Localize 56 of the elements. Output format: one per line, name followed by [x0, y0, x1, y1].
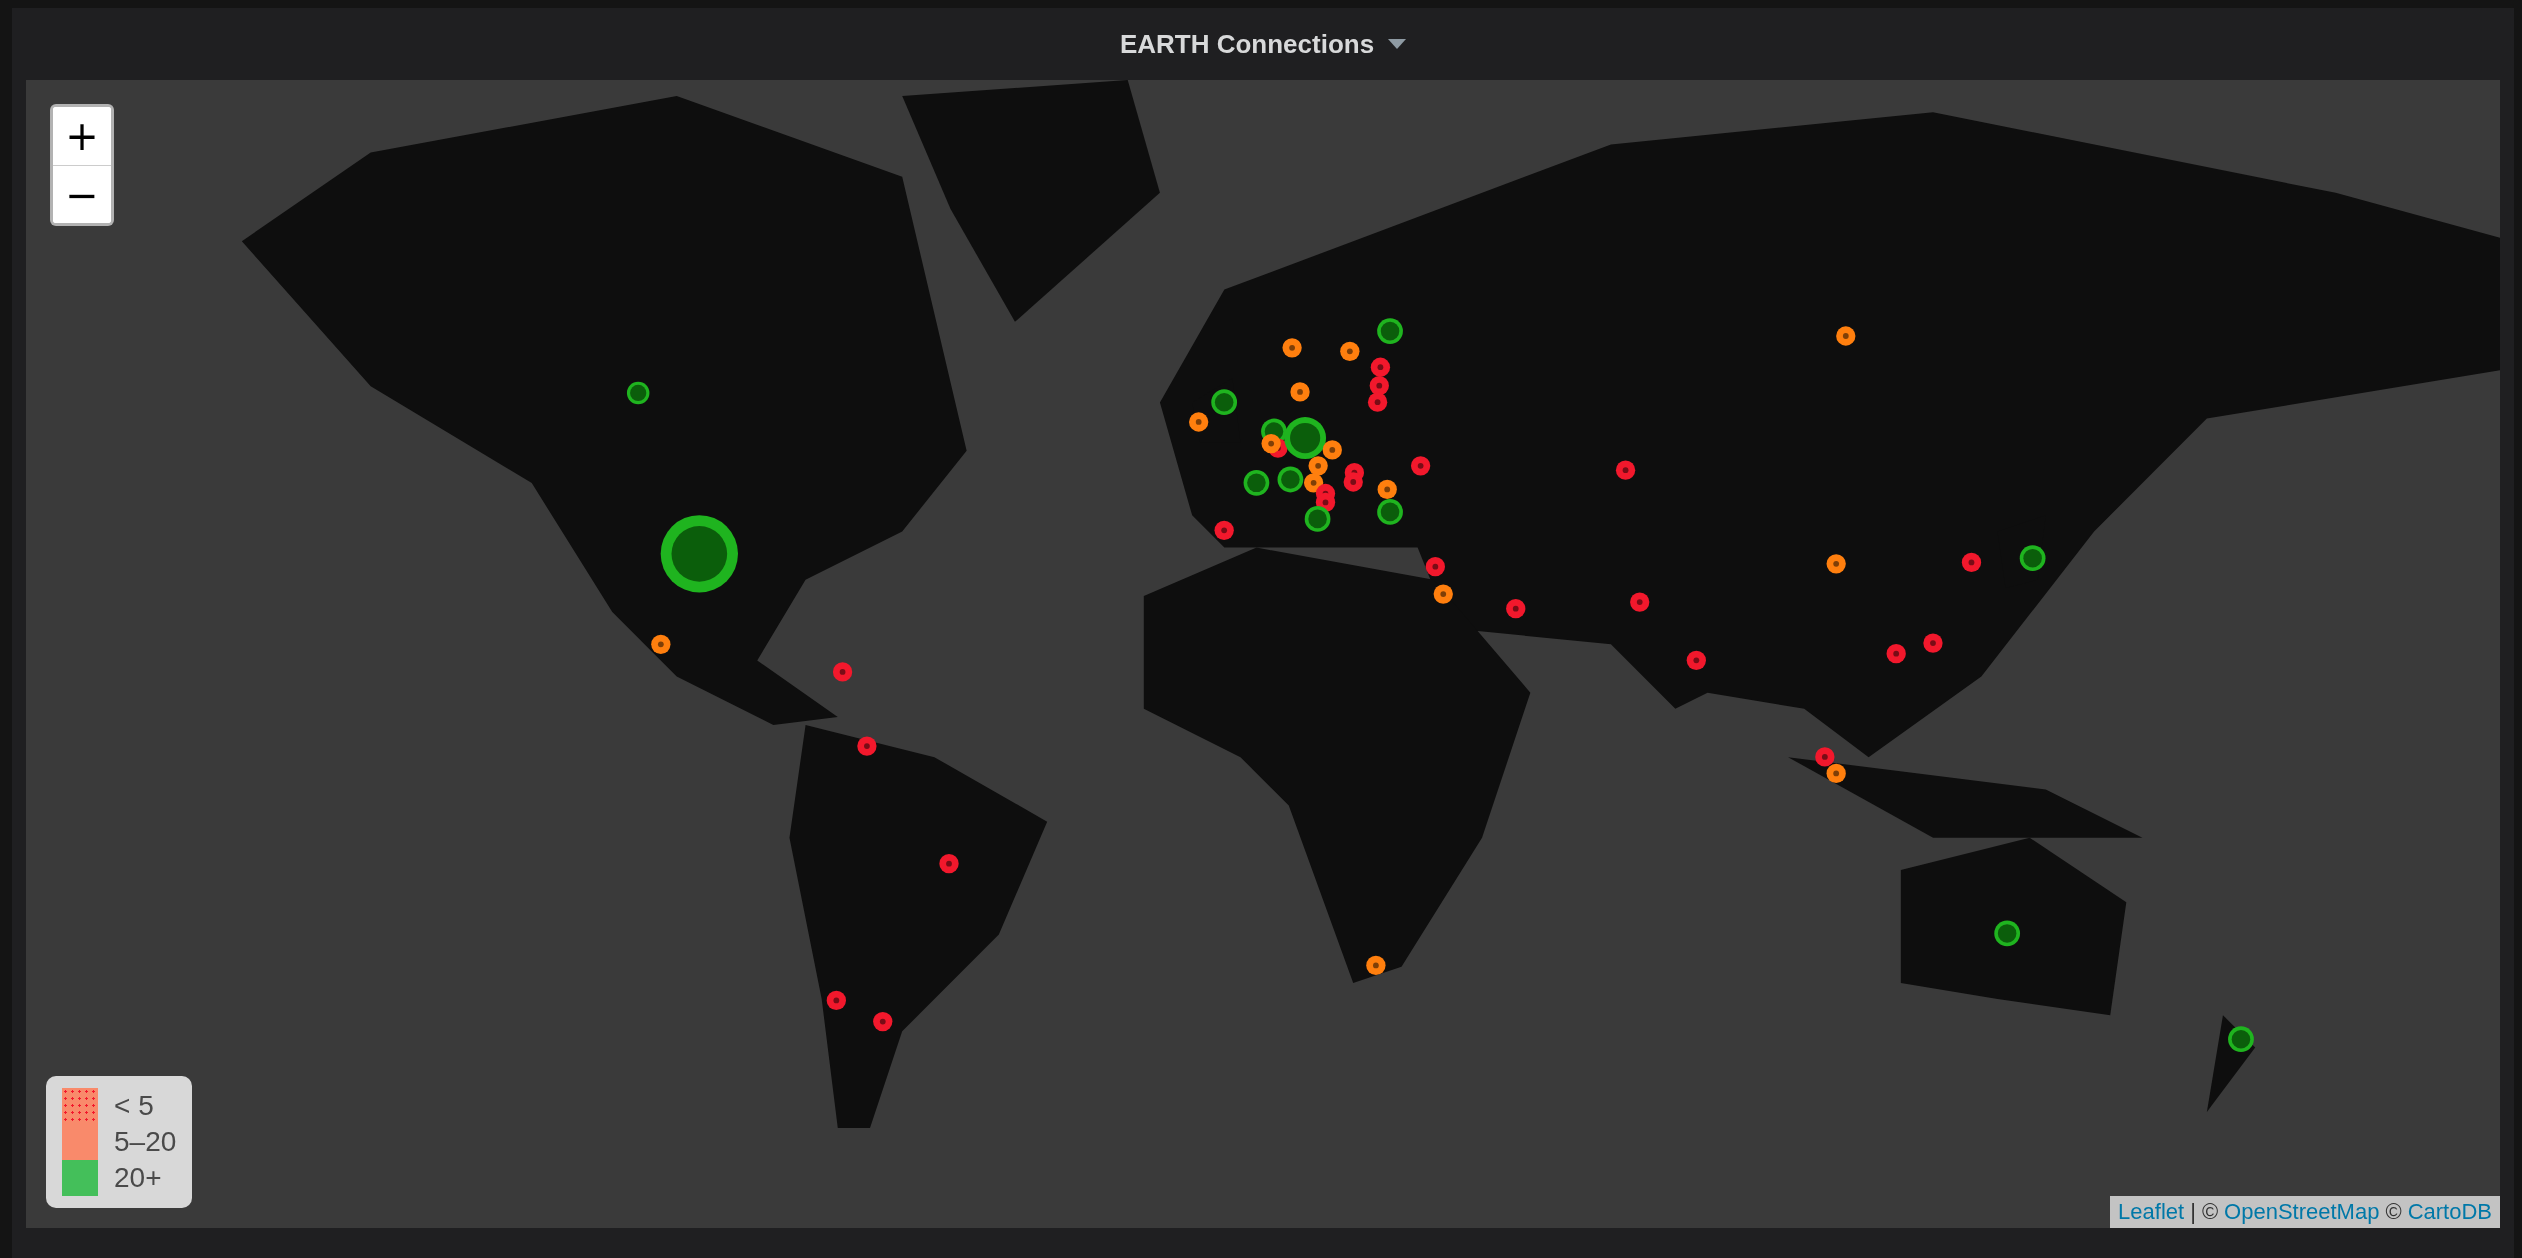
- map-marker[interactable]: [1994, 920, 2021, 947]
- map-marker[interactable]: [1290, 382, 1310, 402]
- map-marker[interactable]: [1377, 318, 1403, 344]
- map-marker[interactable]: [1369, 375, 1389, 396]
- map-marker[interactable]: [651, 634, 671, 654]
- map-marker[interactable]: [1377, 499, 1403, 525]
- caret-icon[interactable]: [1388, 39, 1407, 49]
- map-marker[interactable]: [1826, 763, 1846, 784]
- map-marker[interactable]: [1284, 417, 1327, 459]
- legend-label: < 5: [114, 1089, 155, 1123]
- map-marker[interactable]: [2019, 545, 2046, 572]
- map-marker[interactable]: [2228, 1026, 2254, 1053]
- map-marker[interactable]: [626, 381, 650, 405]
- map-marker[interactable]: [1377, 479, 1397, 500]
- map-marker[interactable]: [857, 736, 877, 756]
- map-marker[interactable]: [1304, 506, 1331, 532]
- map-marker[interactable]: [1923, 633, 1943, 653]
- map-marker[interactable]: [1243, 469, 1270, 496]
- map-marker[interactable]: [1261, 433, 1281, 454]
- map-marker[interactable]: [1630, 592, 1650, 612]
- map-marker[interactable]: [1370, 357, 1391, 377]
- map-marker[interactable]: [1686, 650, 1706, 671]
- map-marker[interactable]: [1277, 466, 1304, 493]
- map-marker[interactable]: [1214, 520, 1234, 540]
- map-marker[interactable]: [1410, 456, 1431, 476]
- map-marker[interactable]: [1308, 456, 1328, 476]
- map-marker[interactable]: [1961, 552, 1982, 573]
- legend-label: 20+: [114, 1161, 163, 1195]
- map-marker[interactable]: [873, 1011, 893, 1032]
- map-marker[interactable]: [1367, 392, 1388, 412]
- attribution-text: ©: [2201, 1199, 2219, 1225]
- map-marker[interactable]: [1826, 554, 1846, 574]
- map-marker[interactable]: [939, 854, 959, 874]
- map-marker[interactable]: [1211, 389, 1238, 416]
- map-marker[interactable]: [1343, 472, 1363, 492]
- map-marker[interactable]: [1366, 955, 1386, 976]
- map-marker[interactable]: [1433, 584, 1453, 604]
- map-marker[interactable]: [1282, 338, 1302, 358]
- map-marker[interactable]: [1886, 643, 1906, 664]
- map-marker[interactable]: [1836, 326, 1856, 346]
- map-marker[interactable]: [660, 515, 738, 593]
- panel-title[interactable]: EARTH Connections: [1119, 28, 1375, 60]
- map-marker[interactable]: [1815, 747, 1835, 767]
- map-marker[interactable]: [1303, 473, 1324, 493]
- map-marker[interactable]: [1189, 412, 1209, 432]
- map-marker[interactable]: [832, 662, 853, 682]
- attribution-text: |: [2190, 1199, 2196, 1225]
- map-marker[interactable]: [1322, 440, 1342, 460]
- map-marker[interactable]: [1425, 557, 1445, 577]
- map-marker[interactable]: [1615, 460, 1636, 480]
- map-marker[interactable]: [1340, 341, 1360, 361]
- map-marker[interactable]: [826, 990, 846, 1011]
- zoom-out-button[interactable]: −: [53, 165, 111, 223]
- map-marker[interactable]: [1506, 598, 1526, 619]
- legend-label: 5–20: [114, 1125, 177, 1159]
- attribution-text: ©: [2385, 1199, 2402, 1225]
